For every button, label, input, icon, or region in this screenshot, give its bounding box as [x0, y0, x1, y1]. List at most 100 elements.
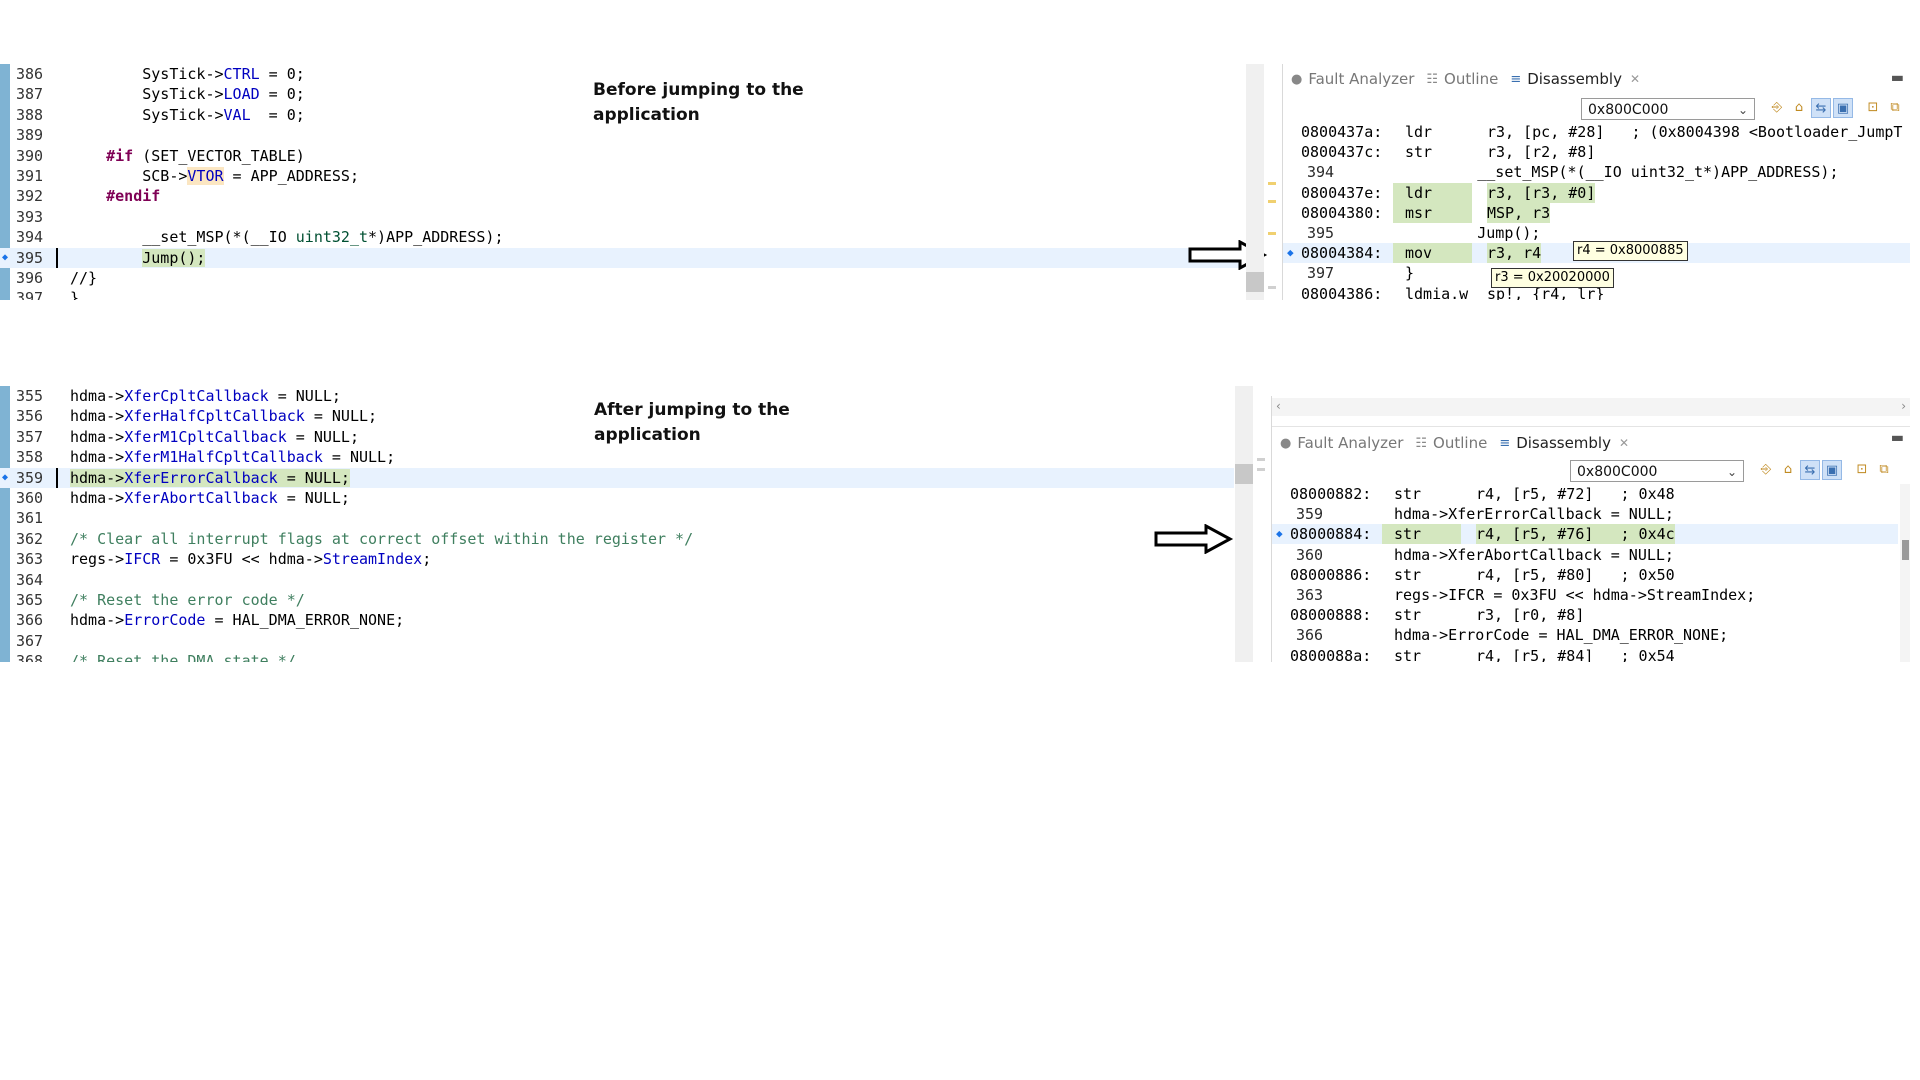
code-line[interactable]: 392 #endif: [0, 186, 1245, 206]
disassembly-icon: ≡: [1499, 435, 1511, 451]
source-line-number: 360: [1296, 545, 1324, 564]
home-icon[interactable]: ⌂: [1778, 460, 1798, 480]
source-text: }: [1405, 264, 1415, 283]
pin-icon[interactable]: ⊡: [1863, 98, 1883, 118]
line-number: 390: [16, 146, 44, 165]
instruction-operands: r3, [pc, #28] ; (0x8004398 <Bootloader_J…: [1487, 123, 1903, 141]
code-text: SCB->VTOR = APP_ADDRESS;: [70, 167, 359, 185]
tab-outline[interactable]: ☷ Outline: [1426, 64, 1498, 94]
ruler-thumb[interactable]: [1246, 272, 1264, 292]
code-line[interactable]: 391 SCB->VTOR = APP_ADDRESS;: [0, 166, 1245, 186]
scroll-thumb[interactable]: [1902, 540, 1909, 560]
instruction-operands: r4, [r5, #84] ; 0x54: [1476, 646, 1675, 662]
show-source-icon[interactable]: ▣: [1822, 460, 1842, 480]
code-line[interactable]: 361: [0, 508, 1234, 528]
top-ruler-markers: [1264, 64, 1278, 300]
code-line[interactable]: 389: [0, 125, 1245, 145]
tab-outline[interactable]: ☷ Outline: [1415, 428, 1487, 458]
scroll-right-icon[interactable]: ›: [1901, 399, 1906, 413]
source-line-number: 397: [1307, 264, 1335, 283]
minimize-icon[interactable]: ▬: [1891, 70, 1904, 86]
code-line[interactable]: 362 /* Clear all interrupt flags at corre…: [0, 529, 1234, 549]
code-line[interactable]: 393: [0, 207, 1245, 227]
source-text: regs->IFCR = 0x3FU << hdma->StreamIndex;: [1394, 586, 1756, 604]
code-line[interactable]: 360 hdma->XferAbortCallback = NULL;: [0, 488, 1234, 508]
instruction-row[interactable]: 08000888: str r3, [r0, #8]: [1272, 605, 1898, 625]
source-line-number: 395: [1307, 224, 1335, 242]
instruction-row[interactable]: 08004380: msr MSP, r3: [1283, 202, 1910, 223]
code-line[interactable]: 358 hdma->XferM1HalfCpltCallback = NULL;: [0, 447, 1234, 467]
instruction-row[interactable]: 0800437e: ldr r3, [r3, #0]: [1283, 182, 1910, 203]
instruction-row[interactable]: 0800088a: str r4, [r5, #84] ; 0x54: [1272, 646, 1898, 662]
home-icon[interactable]: ⌂: [1789, 98, 1809, 118]
source-line[interactable]: 363 regs->IFCR = 0x3FU << hdma->StreamInd…: [1272, 585, 1898, 605]
line-number: 362: [16, 529, 44, 548]
line-number: 363: [16, 550, 44, 569]
tab-disassembly[interactable]: ≡ Disassembly ✕: [1510, 64, 1641, 94]
top-disassembly-view[interactable]: ● Fault Analyzer ☷ Outline ≡ Disassembly…: [1282, 64, 1910, 300]
code-line[interactable]: 359 hdma->XferErrorCallback = NULL; ◆: [0, 467, 1234, 488]
line-number: 360: [16, 489, 44, 507]
instruction-operands: r3, [r0, #8]: [1476, 606, 1585, 625]
code-line[interactable]: 390 #if (SET_VECTOR_TABLE): [0, 146, 1245, 166]
instruction-row[interactable]: 0800437c: str r3, [r2, #8]: [1283, 142, 1910, 162]
code-line[interactable]: 366 hdma->ErrorCode = HAL_DMA_ERROR_NONE;: [0, 610, 1234, 630]
code-line[interactable]: 397}: [0, 288, 1245, 300]
tab-fault-analyzer[interactable]: ● Fault Analyzer: [1280, 428, 1403, 458]
code-line[interactable]: 395 Jump(); ◆: [0, 247, 1245, 268]
bottom-annotation-note: After jumping to the application: [594, 400, 790, 445]
close-icon[interactable]: ✕: [1619, 436, 1629, 450]
source-line[interactable]: 359 hdma->XferErrorCallback = NULL;: [1272, 504, 1898, 524]
show-source-icon[interactable]: ▣: [1833, 98, 1853, 118]
source-line[interactable]: 394 __set_MSP(*(__IO uint32_t*)APP_ADDRE…: [1283, 162, 1910, 182]
new-view-icon[interactable]: ⧉: [1874, 460, 1894, 480]
ruler-thumb[interactable]: [1235, 464, 1253, 484]
bottom-overview-ruler[interactable]: [1235, 386, 1253, 662]
source-line[interactable]: 395 Jump();: [1283, 223, 1910, 243]
pin-icon[interactable]: ⊡: [1852, 460, 1872, 480]
link-icon[interactable]: ⇆: [1800, 460, 1820, 480]
code-line[interactable]: 365 /* Reset the error code */: [0, 590, 1234, 610]
code-line[interactable]: 368 /* Reset the DMA state */: [0, 651, 1234, 662]
instruction-row[interactable]: 08000886: str r4, [r5, #80] ; 0x50: [1272, 565, 1898, 585]
line-number: 389: [16, 126, 44, 145]
instruction-row[interactable]: 0800437a: ldr r3, [pc, #28] ; (0x8004398 <…: [1283, 122, 1910, 142]
line-number: 391: [16, 167, 44, 185]
source-line[interactable]: 360 hdma->XferAbortCallback = NULL;: [1272, 545, 1898, 565]
line-number: 386: [16, 65, 44, 83]
disassembly-icon: ≡: [1510, 71, 1522, 87]
code-line[interactable]: 396 //}: [0, 268, 1245, 288]
vertical-scrollbar[interactable]: [1900, 484, 1910, 662]
instruction-address: 08000882:: [1290, 485, 1372, 503]
link-icon[interactable]: ⇆: [1811, 98, 1831, 118]
top-overview-ruler[interactable]: [1246, 64, 1264, 300]
line-number: 396: [16, 269, 44, 287]
code-line[interactable]: 363 regs->IFCR = 0x3FU << hdma->StreamInd…: [0, 549, 1234, 569]
instruction-row[interactable]: 08000882: str r4, [r5, #72] ; 0x48: [1272, 484, 1898, 504]
tab-fault-analyzer[interactable]: ● Fault Analyzer: [1291, 64, 1414, 94]
code-text: hdma->XferHalfCpltCallback = NULL;: [70, 407, 378, 426]
scroll-left-icon[interactable]: ‹: [1276, 399, 1281, 413]
new-view-icon[interactable]: ⧉: [1885, 98, 1905, 118]
close-icon[interactable]: ✕: [1630, 72, 1640, 86]
code-line[interactable]: 394 __set_MSP(*(__IO uint32_t*)APP_ADDRE…: [0, 227, 1245, 247]
address-select[interactable]: 0x800C000 ⌄: [1581, 98, 1755, 120]
text-caret: [56, 467, 58, 488]
goto-pc-icon[interactable]: ⎆: [1767, 98, 1787, 118]
horizontal-scrollbar[interactable]: ‹ ›: [1272, 398, 1910, 416]
instruction-mnemonic: mov: [1393, 243, 1473, 264]
line-number: 358: [16, 448, 44, 467]
minimize-icon[interactable]: ▬: [1891, 430, 1904, 446]
goto-pc-icon[interactable]: ⎆: [1756, 460, 1776, 480]
code-line[interactable]: 364: [0, 570, 1234, 590]
instruction-operands: r3, [r2, #8]: [1487, 143, 1596, 162]
bottom-disassembly-view[interactable]: ‹ › ● Fault Analyzer ☷ Outline ≡ Disasse…: [1271, 396, 1910, 662]
instruction-row[interactable]: 08000884: str r4, [r5, #76] ; 0x4c ◆: [1272, 524, 1898, 545]
tab-disassembly[interactable]: ≡ Disassembly ✕: [1499, 428, 1630, 458]
bottom-ruler-markers: [1253, 386, 1267, 662]
address-select[interactable]: 0x800C000 ⌄: [1570, 460, 1744, 482]
code-line[interactable]: 367: [0, 631, 1234, 651]
line-number: 397: [16, 289, 44, 300]
source-line-number: 394: [1307, 163, 1335, 182]
source-line[interactable]: 366 hdma->ErrorCode = HAL_DMA_ERROR_NONE;: [1272, 625, 1898, 645]
